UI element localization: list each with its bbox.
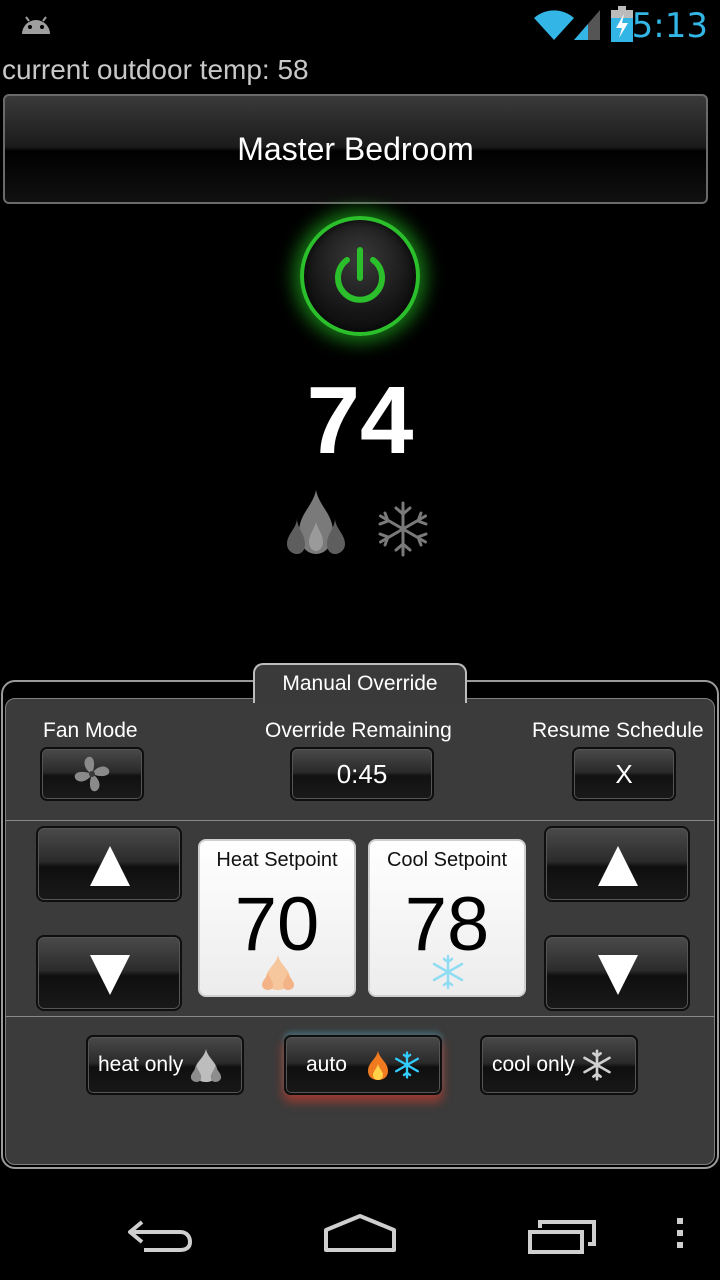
mode-auto-button[interactable]: auto	[284, 1035, 442, 1095]
heat-setpoint-up-button[interactable]	[36, 826, 182, 902]
power-button[interactable]	[300, 216, 420, 336]
cool-setpoint-title: Cool Setpoint	[386, 849, 508, 871]
override-remaining-button[interactable]: 0:45	[290, 747, 434, 801]
manual-override-tab[interactable]: Manual Override	[253, 663, 467, 703]
wifi-icon	[534, 10, 574, 40]
flame-icon	[367, 1050, 388, 1080]
cool-setpoint-down-button[interactable]	[544, 935, 690, 1011]
resume-schedule-label: Resume Schedule	[532, 719, 704, 742]
resume-schedule-button[interactable]: X	[572, 747, 676, 801]
cool-setpoint-up-button[interactable]	[544, 826, 690, 902]
snowflake-icon	[378, 501, 428, 557]
battery-charging-icon	[611, 6, 633, 42]
arrow-down-icon	[90, 955, 130, 995]
heat-setpoint-title: Heat Setpoint	[216, 849, 338, 871]
fan-icon	[74, 756, 110, 792]
snowflake-icon	[432, 954, 464, 990]
menu-icon[interactable]	[674, 1216, 686, 1250]
navigation-bar	[0, 1176, 720, 1280]
fan-mode-button[interactable]	[40, 747, 144, 801]
mode-label: heat only	[98, 1053, 184, 1076]
status-bar: 5:13	[0, 0, 720, 50]
home-icon[interactable]	[322, 1212, 398, 1254]
status-clock: 5:13	[631, 6, 708, 46]
arrow-up-icon	[598, 846, 638, 886]
recents-icon[interactable]	[526, 1216, 598, 1256]
cool-setpoint-card: Cool Setpoint 78	[368, 839, 526, 997]
mode-label: cool only	[492, 1053, 575, 1076]
current-temperature: 74	[306, 367, 414, 474]
heat-setpoint-down-button[interactable]	[36, 935, 182, 1011]
flame-icon	[262, 955, 294, 990]
mode-heat-only-button[interactable]: heat only	[86, 1035, 244, 1095]
flame-icon	[287, 490, 345, 554]
arrow-up-icon	[90, 846, 130, 886]
divider	[6, 1016, 714, 1017]
room-selector-button[interactable]: Master Bedroom	[3, 94, 708, 204]
power-icon	[335, 247, 385, 303]
outdoor-temp-label: current outdoor temp: 58	[2, 54, 309, 85]
snowflake-icon	[394, 1051, 419, 1079]
divider	[6, 820, 714, 821]
heat-setpoint-card: Heat Setpoint 70	[198, 839, 356, 997]
mode-label: auto	[306, 1053, 347, 1076]
fan-mode-label: Fan Mode	[43, 719, 138, 742]
android-icon	[22, 16, 50, 34]
back-icon[interactable]	[124, 1216, 196, 1256]
flame-icon	[191, 1048, 222, 1082]
manual-override-panel: Fan Mode Override Remaining Resume Sched…	[1, 680, 719, 1169]
snowflake-icon	[583, 1049, 611, 1081]
arrow-down-icon	[598, 955, 638, 995]
override-remaining-label: Override Remaining	[265, 719, 452, 742]
manual-override-body: Fan Mode Override Remaining Resume Sched…	[5, 698, 715, 1165]
signal-icon	[574, 10, 600, 40]
mode-cool-only-button[interactable]: cool only	[480, 1035, 638, 1095]
